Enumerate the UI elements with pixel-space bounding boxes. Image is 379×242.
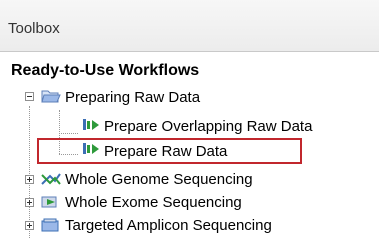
collapse-toggle[interactable] xyxy=(25,92,34,101)
tree-item-targeted-amplicon-sequencing[interactable]: Targeted Amplicon Sequencing xyxy=(65,214,272,236)
panel-title: Toolbox xyxy=(8,20,60,37)
tree-item-label: Whole Exome Sequencing xyxy=(65,193,242,211)
expand-toggle[interactable] xyxy=(25,221,34,230)
genome-icon xyxy=(41,171,61,187)
tree-item-whole-exome-sequencing[interactable]: Whole Exome Sequencing xyxy=(65,191,242,213)
tree-item-preparing-raw-data[interactable]: Preparing Raw Data xyxy=(65,86,200,108)
tree-line-root xyxy=(29,106,30,238)
folder-open-icon xyxy=(41,88,61,104)
amplicon-icon xyxy=(41,217,61,233)
expand-toggle[interactable] xyxy=(25,198,34,207)
expand-toggle[interactable] xyxy=(25,175,34,184)
tree-item-label: Whole Genome Sequencing xyxy=(65,170,253,188)
tree-item-label: Preparing Raw Data xyxy=(65,88,201,106)
tree-item-whole-genome-sequencing[interactable]: Whole Genome Sequencing xyxy=(65,168,253,190)
tree-item-label: Targeted Amplicon Sequencing xyxy=(65,216,272,234)
tree-item-prepare-overlapping-raw-data[interactable]: Prepare Overlapping Raw Data xyxy=(104,115,312,137)
tree-branch-1 xyxy=(59,133,78,134)
exome-icon xyxy=(41,194,61,210)
workflow-icon xyxy=(82,117,102,133)
selection-highlight-box xyxy=(37,138,302,164)
toolbox-header: Toolbox xyxy=(0,0,379,52)
tree-item-label: Prepare Overlapping Raw Data xyxy=(104,117,313,135)
section-title: Ready-to-Use Workflows xyxy=(11,62,200,79)
